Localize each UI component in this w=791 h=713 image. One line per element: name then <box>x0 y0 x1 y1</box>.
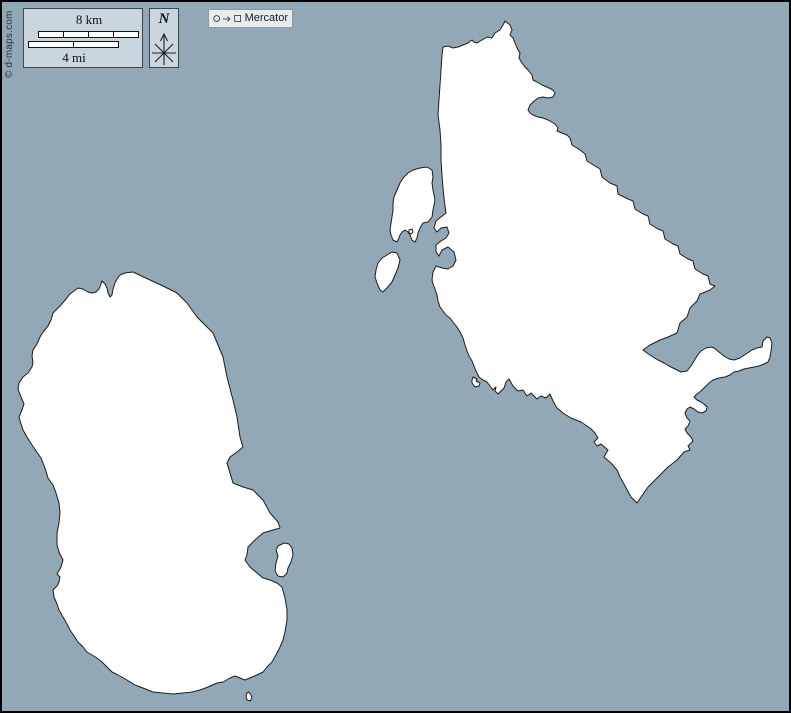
islet-east-of-southwest-island <box>275 543 293 577</box>
islet-west-small <box>375 252 400 292</box>
island-northeast-main <box>432 21 772 503</box>
projection-name: Mercator <box>245 13 288 24</box>
km-scale-bar <box>39 32 139 38</box>
copyright-label: © d-maps.com <box>4 10 15 78</box>
projection-badge: Mercator <box>208 9 293 28</box>
scale-mi-label: 4 mi <box>29 50 119 66</box>
island-southwest-main <box>18 272 287 694</box>
north-indicator: N <box>149 8 179 68</box>
islet-south-speck <box>246 692 252 701</box>
compass-rose-icon <box>151 28 177 66</box>
islet-coastal-tiny <box>472 377 480 387</box>
scale-box: 8 km 4 mi <box>23 8 143 68</box>
islands-layer <box>0 0 791 713</box>
map-frame: © d-maps.com 8 km 4 mi N <box>0 0 791 713</box>
projection-circle-icon <box>213 13 220 24</box>
north-label: N <box>150 12 178 27</box>
projection-square-icon <box>234 13 241 24</box>
mi-scale-bar <box>29 42 119 48</box>
islet-notch-speck <box>409 229 413 234</box>
projection-arrow-icon <box>223 14 231 24</box>
